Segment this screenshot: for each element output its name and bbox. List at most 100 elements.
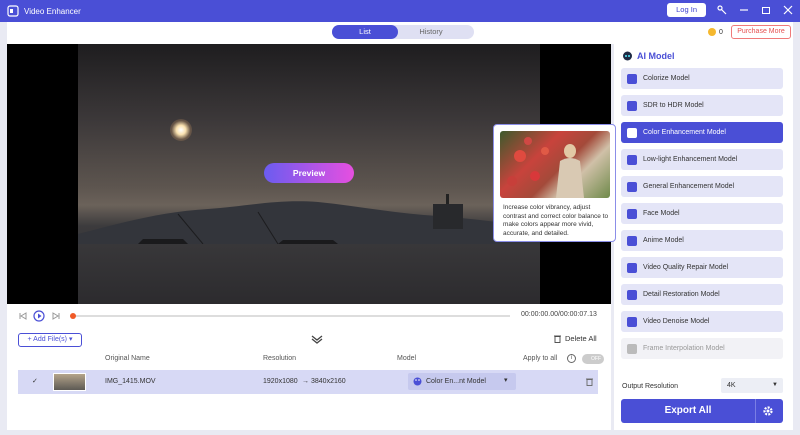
model-item-general-enhancement-model[interactable]: General Enhancement Model <box>621 176 783 197</box>
model-item-label: Detail Restoration Model <box>643 291 720 298</box>
model-tooltip: Increase color vibrancy, adjust contrast… <box>493 124 616 242</box>
model-item-label: Color Enhancement Model <box>643 129 726 136</box>
model-item-face-model[interactable]: Face Model <box>621 203 783 224</box>
model-select[interactable]: Color En...nt Model ▾ <box>408 373 516 390</box>
collapse-chevron-icon[interactable] <box>311 334 323 344</box>
model-item-label: Frame Interpolation Model <box>643 345 725 352</box>
ai-model-panel: AI Model Colorize Model SDR to HDR Model C… <box>614 44 793 430</box>
model-item-label: SDR to HDR Model <box>643 102 704 109</box>
table-row[interactable]: ✓ IMG_1415.MOV 1920x1080 → 3840x2160 Col… <box>18 370 598 394</box>
view-tabs: List History <box>332 25 474 39</box>
repair-icon <box>627 262 637 273</box>
coin-icon <box>708 28 716 36</box>
title-bar: Video Enhancer Log In <box>0 0 800 22</box>
model-item-label: General Enhancement Model <box>643 183 735 190</box>
robot-icon <box>623 51 632 61</box>
gear-icon[interactable] <box>762 405 774 417</box>
maximize-icon[interactable] <box>760 4 772 16</box>
model-select-value: Color En...nt Model <box>426 378 486 385</box>
ai-model-title: AI Model <box>637 50 675 61</box>
progress-bar[interactable] <box>70 313 510 319</box>
app-logo-icon <box>7 5 19 17</box>
denoise-icon <box>627 316 637 327</box>
file-name: IMG_1415.MOV <box>105 378 156 385</box>
export-all-label: Export All <box>664 405 712 416</box>
tab-strip: List History 0 Purchase More <box>7 22 793 44</box>
login-button[interactable]: Log In <box>667 3 706 17</box>
header-resolution: Resolution <box>263 355 297 362</box>
table-header: Original Name Resolution Model Apply to … <box>18 351 604 367</box>
output-resolution-select[interactable]: 4K ▼ <box>721 378 783 393</box>
add-files-label: Add File(s) <box>33 336 68 343</box>
dropdown-caret-icon: ▾ <box>67 336 73 343</box>
model-item-label: Video Quality Repair Model <box>643 264 729 271</box>
credits: 0 <box>708 28 723 36</box>
play-star-icon <box>627 181 637 192</box>
model-item-label: Video Denoise Model <box>643 318 710 325</box>
model-item-label: Face Model <box>643 210 680 217</box>
hdr-icon <box>627 100 637 111</box>
close-icon[interactable] <box>782 4 794 16</box>
ai-model-header: AI Model <box>622 50 675 61</box>
model-item-detail-restoration-model[interactable]: Detail Restoration Model <box>621 284 783 305</box>
output-resolution-value: 4K <box>727 382 736 389</box>
model-item-color-enhancement-model[interactable]: Color Enhancement Model <box>621 122 783 143</box>
header-model: Model <box>397 355 417 362</box>
arrow-icon: → <box>302 378 309 385</box>
header-apply-all: Apply to all <box>523 355 558 362</box>
play-icon[interactable] <box>33 310 45 322</box>
frames-icon <box>627 343 637 354</box>
delete-all-label: Delete All <box>565 334 597 343</box>
model-item-label: Low-light Enhancement Model <box>643 156 738 163</box>
player-controls: 00:00:00.00/00:00:07.13 <box>7 306 611 326</box>
export-all-button[interactable]: Export All <box>621 399 783 423</box>
dropdown-caret-icon: ▾ <box>504 377 508 384</box>
progress-handle[interactable] <box>70 313 76 319</box>
dropdown-caret-icon: ▼ <box>772 382 778 388</box>
resolution-to: 3840x2160 <box>311 378 346 385</box>
model-item-anime-model[interactable]: Anime Model <box>621 230 783 251</box>
model-item-frame-interpolation-model: Frame Interpolation Model <box>621 338 783 359</box>
minimize-icon[interactable] <box>738 4 750 16</box>
hills-silhouette <box>78 194 540 244</box>
previous-frame-icon[interactable] <box>18 311 28 321</box>
preview-button[interactable]: Preview <box>264 163 354 183</box>
tooltip-sample-image <box>500 131 610 198</box>
export-divider <box>755 399 756 423</box>
timecode: 00:00:00.00/00:00:07.13 <box>521 311 597 318</box>
model-item-colorize-model[interactable]: Colorize Model <box>621 68 783 89</box>
resolution-from: 1920x1080 <box>263 378 298 385</box>
key-icon[interactable] <box>716 4 728 16</box>
purchase-more-button[interactable]: Purchase More <box>731 25 791 39</box>
tab-history[interactable]: History <box>398 25 464 39</box>
model-item-sdr-to-hdr-model[interactable]: SDR to HDR Model <box>621 95 783 116</box>
tab-list[interactable]: List <box>332 25 398 39</box>
add-files-button[interactable]: + Add File(s) ▾ <box>18 333 82 347</box>
next-frame-icon[interactable] <box>51 311 61 321</box>
anime-icon <box>627 235 637 246</box>
model-item-video-denoise-model[interactable]: Video Denoise Model <box>621 311 783 332</box>
detail-icon <box>627 289 637 300</box>
face-icon <box>627 208 637 219</box>
model-item-label: Anime Model <box>643 237 684 244</box>
colorize-icon <box>627 73 637 84</box>
check-icon[interactable]: ✓ <box>32 377 38 385</box>
output-resolution-label: Output Resolution <box>622 383 679 390</box>
video-thumbnail <box>53 373 86 391</box>
model-item-low-light-enhancement-model[interactable]: Low-light Enhancement Model <box>621 149 783 170</box>
row-delete-icon[interactable] <box>585 377 594 386</box>
header-original-name: Original Name <box>105 355 150 362</box>
model-item-label: Colorize Model <box>643 75 690 82</box>
delete-all-button[interactable]: Delete All <box>553 334 597 343</box>
trash-icon <box>554 335 561 343</box>
file-toolbar: + Add File(s) ▾ Delete All <box>7 330 611 350</box>
sun-glow <box>170 119 192 141</box>
moon-icon <box>627 154 637 165</box>
video-frame: Preview <box>78 44 540 304</box>
model-item-video-quality-repair-model[interactable]: Video Quality Repair Model <box>621 257 783 278</box>
palette-icon <box>627 127 637 138</box>
app-title: Video Enhancer <box>24 6 81 16</box>
info-icon[interactable]: i <box>567 354 576 363</box>
palette-icon <box>413 377 422 386</box>
apply-all-toggle[interactable]: OFF <box>582 354 604 364</box>
